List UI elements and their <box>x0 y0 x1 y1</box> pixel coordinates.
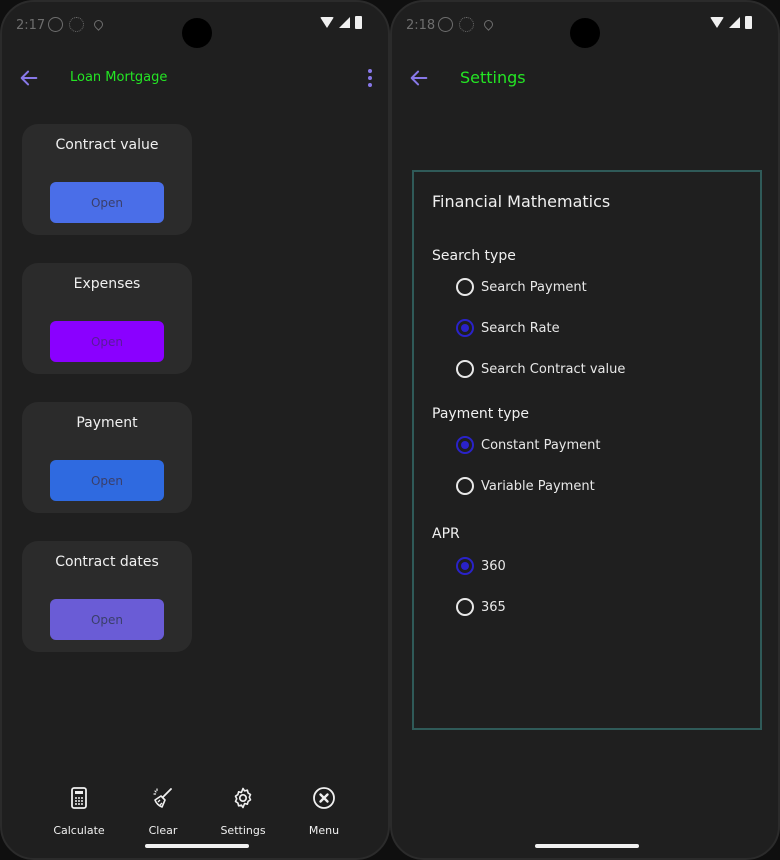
back-arrow-icon[interactable] <box>18 67 40 89</box>
radio-button[interactable] <box>456 278 474 296</box>
nav-label: Menu <box>308 824 340 837</box>
card-title: Contract value <box>55 137 159 153</box>
gear-icon <box>234 787 252 809</box>
nav-label: Clear <box>148 824 178 837</box>
radio-search-contract-value[interactable]: Search Contract value <box>456 358 625 380</box>
radio-label: Search Contract value <box>481 361 626 377</box>
payment-open-button[interactable]: Open <box>50 460 164 501</box>
card-title: Contract dates <box>55 554 159 570</box>
nav-clear[interactable]: Clear <box>128 786 198 837</box>
contract-value-card: Contract value Open <box>22 124 192 235</box>
expenses-open-button[interactable]: Open <box>50 321 164 362</box>
card-title: Expenses <box>73 276 141 292</box>
card-title: Payment <box>76 415 138 431</box>
card-list: Contract value Open Expenses Open Paymen… <box>22 124 192 680</box>
radio-button[interactable] <box>456 436 474 454</box>
radio-label: Constant Payment <box>481 437 601 453</box>
home-indicator[interactable] <box>535 844 639 848</box>
contract-value-open-button[interactable]: Open <box>50 182 164 223</box>
radio-apr-365[interactable]: 365 <box>456 596 506 618</box>
loan-mortgage-screen: 2:17 Loan Mortgage Contract value Open E… <box>0 0 390 860</box>
settings-panel: Financial Mathematics Search type Search… <box>412 170 762 730</box>
radio-label: 365 <box>481 599 506 615</box>
wifi-icon <box>710 17 724 28</box>
bottom-navigation: Calculate Clear Settings Menu <box>2 786 388 842</box>
home-indicator[interactable] <box>145 844 249 848</box>
radio-button[interactable] <box>456 477 474 495</box>
radio-variable-payment[interactable]: Variable Payment <box>456 475 595 497</box>
nav-menu[interactable]: Menu <box>289 786 359 837</box>
contract-dates-open-button[interactable]: Open <box>50 599 164 640</box>
radio-button[interactable] <box>456 598 474 616</box>
battery-icon <box>745 16 752 29</box>
close-circle-icon <box>313 787 335 809</box>
search-type-label: Search type <box>432 248 516 264</box>
signal-icon <box>729 17 740 28</box>
nav-calculate[interactable]: Calculate <box>44 786 114 837</box>
camera-cutout <box>570 18 600 48</box>
battery-icon <box>355 16 362 29</box>
radio-button[interactable] <box>456 360 474 378</box>
payment-type-label: Payment type <box>432 406 530 422</box>
calculator-icon <box>71 787 87 809</box>
back-arrow-icon[interactable] <box>408 67 430 89</box>
info-icon <box>438 17 453 32</box>
info-icon <box>48 17 63 32</box>
expenses-card: Expenses Open <box>22 263 192 374</box>
radio-label: 360 <box>481 558 506 574</box>
broom-icon <box>153 788 172 808</box>
payment-card: Payment Open <box>22 402 192 513</box>
radio-label: Search Rate <box>481 320 560 336</box>
nav-label: Settings <box>220 824 266 837</box>
nav-settings[interactable]: Settings <box>208 786 278 837</box>
settings-screen: 2:18 Settings Financial Mathematics Sear… <box>390 0 780 860</box>
page-title: Settings <box>460 68 526 87</box>
app-bar: Settings <box>392 62 778 96</box>
nav-label: Calculate <box>53 824 105 837</box>
page-title: Loan Mortgage <box>70 70 168 85</box>
gear-icon <box>69 17 84 32</box>
radio-apr-360[interactable]: 360 <box>456 555 506 577</box>
panel-heading: Financial Mathematics <box>432 192 611 211</box>
radio-button[interactable] <box>456 319 474 337</box>
wifi-icon <box>320 17 334 28</box>
overflow-menu-icon[interactable] <box>366 69 374 87</box>
gear-icon <box>459 17 474 32</box>
radio-label: Variable Payment <box>481 478 595 494</box>
camera-cutout <box>182 18 212 48</box>
signal-icon <box>339 17 350 28</box>
status-time: 2:17 <box>16 18 46 33</box>
status-time: 2:18 <box>406 18 436 33</box>
radio-search-payment[interactable]: Search Payment <box>456 276 587 298</box>
apr-label: APR <box>432 526 460 542</box>
radio-button[interactable] <box>456 557 474 575</box>
app-bar: Loan Mortgage <box>2 62 388 96</box>
contract-dates-card: Contract dates Open <box>22 541 192 652</box>
drop-icon <box>92 18 105 31</box>
radio-search-rate[interactable]: Search Rate <box>456 317 560 339</box>
radio-label: Search Payment <box>481 279 587 295</box>
drop-icon <box>482 18 495 31</box>
radio-constant-payment[interactable]: Constant Payment <box>456 434 601 456</box>
